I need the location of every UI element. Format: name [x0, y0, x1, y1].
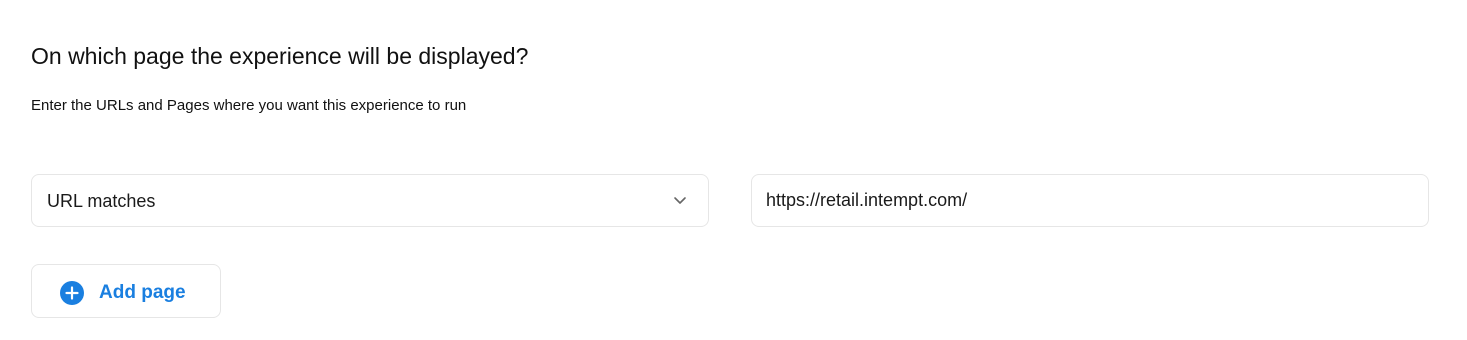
add-page-button[interactable]: Add page [31, 264, 221, 318]
url-input[interactable] [751, 174, 1429, 227]
match-type-value: URL matches [47, 191, 156, 211]
plus-circle-icon [60, 281, 84, 305]
chevron-down-icon [674, 197, 686, 204]
page-title: On which page the experience will be dis… [31, 43, 529, 69]
page-subtitle: Enter the URLs and Pages where you want … [31, 97, 467, 114]
add-page-label: Add page [99, 282, 186, 303]
match-type-select[interactable]: URL matches [31, 174, 709, 227]
